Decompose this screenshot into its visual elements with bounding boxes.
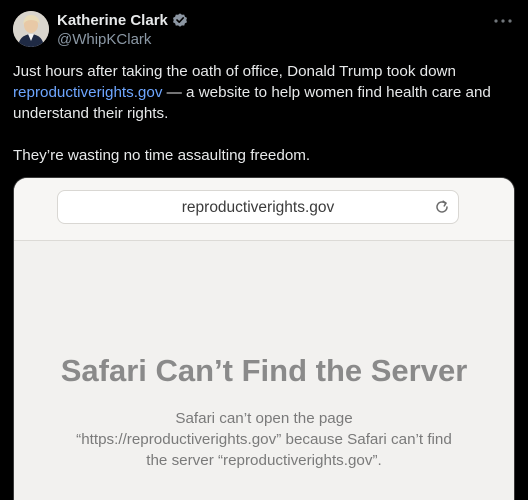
post: Katherine Clark @WhipKClark Just hours a… <box>0 0 528 500</box>
author-block: Katherine Clark @WhipKClark <box>57 10 188 48</box>
post-text: Just hours after taking the oath of offi… <box>13 61 513 166</box>
avatar-image <box>13 11 49 47</box>
media-screenshot[interactable]: reproductiverights.gov Safari Can’t Find… <box>13 177 515 500</box>
author-name[interactable]: Katherine Clark <box>57 12 168 29</box>
error-title: Safari Can’t Find the Server <box>60 353 468 388</box>
avatar[interactable] <box>13 11 49 47</box>
verified-badge-icon <box>172 13 187 27</box>
address-bar-url: reproductiverights.gov <box>181 199 335 216</box>
post-text-line-2: reproductiverights.gov — a website to he… <box>13 82 513 124</box>
author-handle[interactable]: @WhipKClark <box>57 31 188 48</box>
post-link[interactable]: reproductiverights.gov <box>13 84 162 101</box>
more-options-icon <box>494 19 512 23</box>
post-text-line-3: They’re wasting no time assaulting freed… <box>13 147 311 164</box>
address-bar: reproductiverights.gov <box>57 190 459 224</box>
post-text-line-1: Just hours after taking the oath of offi… <box>13 63 456 80</box>
more-options-button[interactable] <box>492 12 514 30</box>
error-message: Safari can’t open the page “https://repr… <box>76 410 452 469</box>
author-name-row: Katherine Clark <box>57 10 188 30</box>
reload-icon <box>436 200 448 213</box>
browser-toolbar: reproductiverights.gov <box>14 178 514 241</box>
